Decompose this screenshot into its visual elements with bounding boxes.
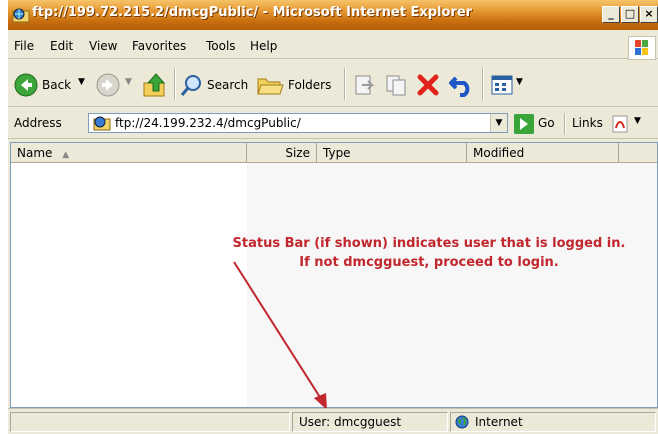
address-bar: Address ftp://24.199.232.4/dmcgPublic/ ▼…: [8, 110, 658, 139]
status-zone-label: Internet: [475, 415, 523, 429]
menu-edit[interactable]: Edit: [50, 39, 73, 53]
adobe-pdf-icon[interactable]: [610, 114, 630, 134]
annotation-text: Status Bar (if shown) indicates user tha…: [204, 234, 654, 272]
toolbar-separator: [344, 68, 346, 100]
minimize-button[interactable]: _: [602, 6, 620, 23]
go-button[interactable]: Go: [538, 116, 555, 130]
list-area-detail-columns[interactable]: [247, 163, 657, 407]
column-header-size[interactable]: Size: [247, 143, 317, 163]
go-icon[interactable]: [514, 114, 534, 134]
ftp-folder-icon: [93, 116, 111, 131]
toolbar-separator: [564, 113, 566, 135]
back-label[interactable]: Back: [42, 78, 71, 92]
forward-dropdown-icon[interactable]: ▼: [125, 77, 132, 87]
links-dropdown-icon[interactable]: ▼: [634, 116, 641, 126]
menu-help[interactable]: Help: [250, 39, 277, 53]
back-dropdown-icon[interactable]: ▼: [78, 77, 85, 87]
annotation-line-1: Status Bar (if shown) indicates user tha…: [232, 236, 626, 251]
annotation-line-2: If not dmcgguest, proceed to login.: [299, 255, 559, 270]
column-header-name-label: Name: [17, 146, 53, 160]
internet-globe-icon: [455, 415, 469, 429]
address-url: ftp://24.199.232.4/dmcgPublic/: [115, 116, 301, 130]
file-list-view[interactable]: Name ▲ Size Type Modified: [10, 142, 658, 408]
column-header-type[interactable]: Type: [317, 143, 467, 163]
toolbar-separator: [482, 68, 484, 100]
move-to-icon[interactable]: [352, 73, 376, 97]
column-header-extra[interactable]: [619, 143, 657, 163]
browser-window: ftp://199.72.215.2/dmcgPublic/ - Microso…: [8, 0, 658, 434]
views-dropdown-icon[interactable]: ▼: [516, 77, 523, 87]
address-dropdown-icon[interactable]: ▼: [490, 114, 507, 132]
status-zone: Internet: [450, 412, 656, 432]
menu-view[interactable]: View: [89, 39, 117, 53]
standard-toolbar: Back ▼ ▼ Search Folders ▼: [8, 62, 658, 107]
menu-file[interactable]: File: [14, 39, 34, 53]
close-button[interactable]: ×: [640, 6, 658, 23]
menu-bar: File Edit View Favorites Tools Help: [8, 34, 658, 59]
menu-favorites[interactable]: Favorites: [132, 39, 186, 53]
list-area-name-column[interactable]: [11, 163, 247, 407]
views-icon[interactable]: [490, 73, 514, 97]
folders-icon[interactable]: [256, 73, 284, 97]
status-bar: User: dmcgguest Internet: [8, 408, 658, 434]
windows-logo-icon: [628, 36, 656, 60]
status-pane-main: [10, 412, 290, 432]
copy-to-icon[interactable]: [384, 73, 408, 97]
back-icon[interactable]: [14, 73, 38, 97]
window-title: ftp://199.72.215.2/dmcgPublic/ - Microso…: [32, 5, 473, 20]
delete-icon[interactable]: [416, 73, 440, 97]
address-label: Address: [14, 116, 62, 130]
ftp-folder-icon: [12, 8, 30, 23]
address-input[interactable]: ftp://24.199.232.4/dmcgPublic/ ▼: [88, 113, 508, 133]
menu-tools[interactable]: Tools: [206, 39, 236, 53]
search-label[interactable]: Search: [207, 78, 248, 92]
undo-icon[interactable]: [448, 73, 474, 97]
folders-label[interactable]: Folders: [288, 78, 331, 92]
forward-icon[interactable]: [96, 73, 120, 97]
search-icon[interactable]: [180, 73, 204, 97]
maximize-button[interactable]: □: [621, 6, 639, 23]
title-bar: ftp://199.72.215.2/dmcgPublic/ - Microso…: [8, 0, 658, 30]
column-header-name[interactable]: Name ▲: [11, 143, 247, 163]
status-user: User: dmcgguest: [292, 412, 448, 432]
column-header-modified[interactable]: Modified: [467, 143, 619, 163]
sort-ascending-icon: ▲: [62, 150, 70, 160]
up-folder-icon[interactable]: [142, 71, 168, 99]
links-label[interactable]: Links: [572, 116, 603, 130]
toolbar-separator: [174, 68, 176, 100]
